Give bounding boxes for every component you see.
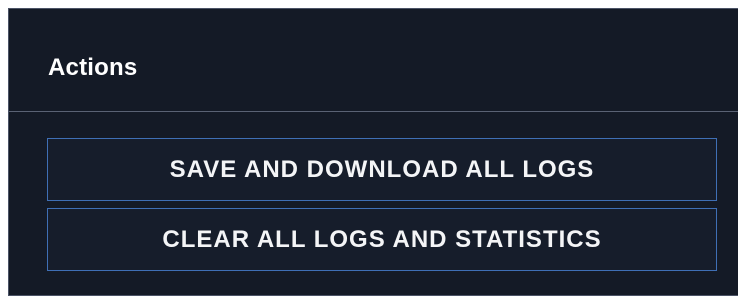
actions-panel-title: Actions	[48, 54, 138, 81]
actions-panel: Actions SAVE AND DOWNLOAD ALL LOGS CLEAR…	[8, 8, 738, 296]
clear-logs-and-statistics-button[interactable]: CLEAR ALL LOGS AND STATISTICS	[47, 208, 717, 271]
save-and-download-logs-button[interactable]: SAVE AND DOWNLOAD ALL LOGS	[47, 138, 717, 201]
actions-panel-header: Actions	[9, 9, 738, 112]
